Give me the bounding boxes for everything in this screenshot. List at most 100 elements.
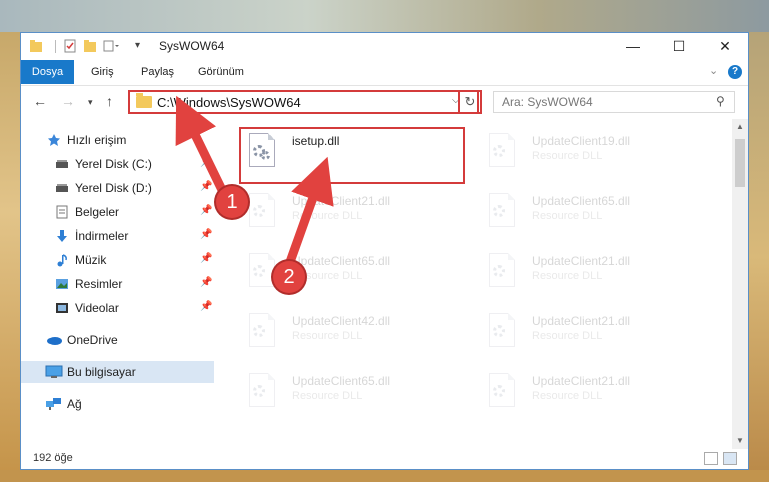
pin-icon[interactable]: 📌 bbox=[200, 301, 212, 312]
pin-icon[interactable]: 📌 bbox=[200, 277, 212, 288]
sidebar-item-downloads[interactable]: İndirmeler 📌 bbox=[21, 225, 214, 247]
window-title: SysWOW64 bbox=[159, 39, 225, 53]
file-item[interactable]: UpdateClient42.dll Resource DLL bbox=[239, 307, 459, 357]
tab-share[interactable]: Paylaş bbox=[141, 60, 174, 84]
desktop-bottom bbox=[0, 470, 769, 482]
dll-file-icon bbox=[489, 313, 517, 349]
file-type: Resource DLL bbox=[532, 210, 603, 222]
status-bar: 192 öğe bbox=[21, 449, 748, 469]
scroll-up-icon[interactable]: ▲ bbox=[736, 122, 744, 131]
address-bar[interactable]: C:\Windows\SysWOW64 ⌵ bbox=[128, 90, 479, 114]
dll-file-icon bbox=[249, 373, 277, 409]
help-icon[interactable]: ? bbox=[728, 65, 742, 79]
tiles-view-icon[interactable] bbox=[723, 452, 737, 465]
step-2-badge: 2 bbox=[273, 261, 305, 293]
address-text: C:\Windows\SysWOW64 bbox=[157, 95, 301, 110]
star-icon bbox=[48, 134, 60, 146]
tab-file[interactable]: Dosya bbox=[21, 60, 74, 84]
up-arrow-icon[interactable]: ↑ bbox=[106, 93, 113, 109]
file-name: UpdateClient42.dll bbox=[292, 314, 391, 328]
file-name: UpdateClient21.dll bbox=[292, 194, 391, 208]
drive-icon bbox=[56, 160, 68, 168]
file-name: UpdateClient21.dll bbox=[532, 374, 631, 388]
qat-dropdown-icon[interactable]: ▾ bbox=[135, 40, 140, 51]
vertical-scrollbar[interactable]: ▲ ▼ bbox=[732, 119, 748, 449]
pin-icon[interactable]: 📌 bbox=[200, 181, 212, 192]
maximize-button[interactable]: ☐ bbox=[656, 33, 702, 60]
pin-icon[interactable]: 📌 bbox=[200, 205, 212, 216]
sidebar-item-pictures[interactable]: Resimler 📌 bbox=[21, 273, 214, 295]
cloud-icon bbox=[47, 337, 62, 345]
navigation-bar: ← → ▾ ↑ C:\Windows\SysWOW64 ⌵ ↻ Ara: Sys… bbox=[21, 86, 748, 118]
file-name: UpdateClient19.dll bbox=[532, 134, 631, 148]
video-icon bbox=[56, 303, 68, 313]
sidebar-item-documents[interactable]: Belgeler 📌 bbox=[21, 201, 214, 223]
ribbon-tabs: Dosya Giriş Paylaş Görünüm ⌄ ? bbox=[21, 60, 748, 86]
item-count: 192 öğe bbox=[33, 452, 73, 464]
file-type: Resource DLL bbox=[532, 390, 603, 402]
customize-toolbar-icon[interactable] bbox=[103, 39, 119, 53]
scroll-down-icon[interactable]: ▼ bbox=[736, 436, 744, 445]
sidebar-item-label: Bu bilgisayar bbox=[67, 365, 136, 379]
computer-icon bbox=[45, 365, 63, 378]
dll-file-icon bbox=[489, 193, 517, 229]
explorer-window: ▾ SysWOW64 — ☐ ✕ Dosya Giriş Paylaş Görü… bbox=[20, 32, 749, 470]
dll-file-icon bbox=[249, 313, 277, 349]
file-type: Resource DLL bbox=[292, 390, 363, 402]
file-type: Resource DLL bbox=[292, 330, 363, 342]
file-item[interactable]: UpdateClient65.dll Resource DLL bbox=[479, 187, 699, 237]
forward-arrow-icon[interactable]: → bbox=[61, 93, 75, 109]
close-button[interactable]: ✕ bbox=[702, 33, 748, 60]
file-item[interactable]: UpdateClient21.dll Resource DLL bbox=[479, 367, 699, 417]
pin-icon[interactable]: 📌 bbox=[200, 253, 212, 264]
sidebar-item-music[interactable]: Müzik 📌 bbox=[21, 249, 214, 271]
properties-icon[interactable] bbox=[63, 39, 77, 53]
music-icon bbox=[57, 254, 67, 267]
file-type: Resource DLL bbox=[532, 330, 603, 342]
dll-file-icon bbox=[249, 253, 277, 289]
file-item[interactable]: UpdateClient21.dll Resource DLL bbox=[239, 187, 459, 237]
sidebar-item-disk-c[interactable]: Yerel Disk (C:) 📌 bbox=[21, 153, 214, 175]
details-view-icon[interactable] bbox=[704, 452, 718, 465]
sidebar-item-this-pc[interactable]: Bu bilgisayar bbox=[21, 361, 214, 383]
file-highlight-box bbox=[239, 127, 465, 184]
refresh-icon[interactable]: ↻ bbox=[458, 90, 482, 114]
sidebar-item-label: Müzik bbox=[75, 253, 107, 267]
pin-icon[interactable]: 📌 bbox=[200, 157, 212, 168]
sidebar-item-label: Ağ bbox=[67, 397, 82, 411]
back-arrow-icon[interactable]: ← bbox=[33, 93, 47, 109]
sidebar-item-onedrive[interactable]: OneDrive bbox=[21, 329, 214, 351]
file-name: UpdateClient65.dll bbox=[292, 374, 391, 388]
search-box[interactable]: Ara: SysWOW64 ⚲ bbox=[493, 91, 735, 113]
sidebar-item-label: Videolar bbox=[75, 301, 119, 315]
file-type: Resource DLL bbox=[292, 210, 363, 222]
sidebar-item-network[interactable]: Ağ bbox=[21, 393, 214, 415]
pictures-icon bbox=[56, 279, 68, 289]
tab-view[interactable]: Görünüm bbox=[198, 60, 244, 84]
sidebar-item-videos[interactable]: Videolar 📌 bbox=[21, 297, 214, 319]
file-item[interactable]: UpdateClient21.dll Resource DLL bbox=[479, 307, 699, 357]
file-item[interactable]: UpdateClient65.dll Resource DLL bbox=[239, 367, 459, 417]
scroll-thumb[interactable] bbox=[735, 139, 745, 187]
dll-file-icon bbox=[489, 253, 517, 289]
recent-locations-icon[interactable]: ▾ bbox=[88, 97, 93, 108]
pin-icon[interactable]: 📌 bbox=[200, 229, 212, 240]
sidebar-item-label: Hızlı erişim bbox=[67, 133, 127, 147]
minimize-button[interactable]: — bbox=[610, 33, 656, 60]
file-item[interactable]: UpdateClient19.dll Resource DLL bbox=[479, 127, 699, 177]
sidebar-item-label: Resimler bbox=[75, 277, 123, 291]
dll-file-icon bbox=[489, 373, 517, 409]
file-name: UpdateClient65.dll bbox=[292, 254, 391, 268]
search-placeholder: Ara: SysWOW64 bbox=[502, 95, 593, 109]
sidebar-item-label: Yerel Disk (C:) bbox=[75, 157, 152, 171]
file-item[interactable]: UpdateClient65.dll Resource DLL bbox=[239, 247, 459, 297]
expand-ribbon-icon[interactable]: ⌄ bbox=[709, 64, 718, 77]
step-1-badge: 1 bbox=[216, 186, 248, 218]
desktop-right bbox=[749, 32, 769, 482]
sidebar-item-quick-access[interactable]: Hızlı erişim bbox=[21, 129, 214, 151]
sidebar-item-disk-d[interactable]: Yerel Disk (D:) 📌 bbox=[21, 177, 214, 199]
network-icon bbox=[46, 398, 61, 410]
new-folder-icon[interactable] bbox=[83, 39, 97, 53]
file-item[interactable]: UpdateClient21.dll Resource DLL bbox=[479, 247, 699, 297]
tab-home[interactable]: Giriş bbox=[91, 60, 114, 84]
